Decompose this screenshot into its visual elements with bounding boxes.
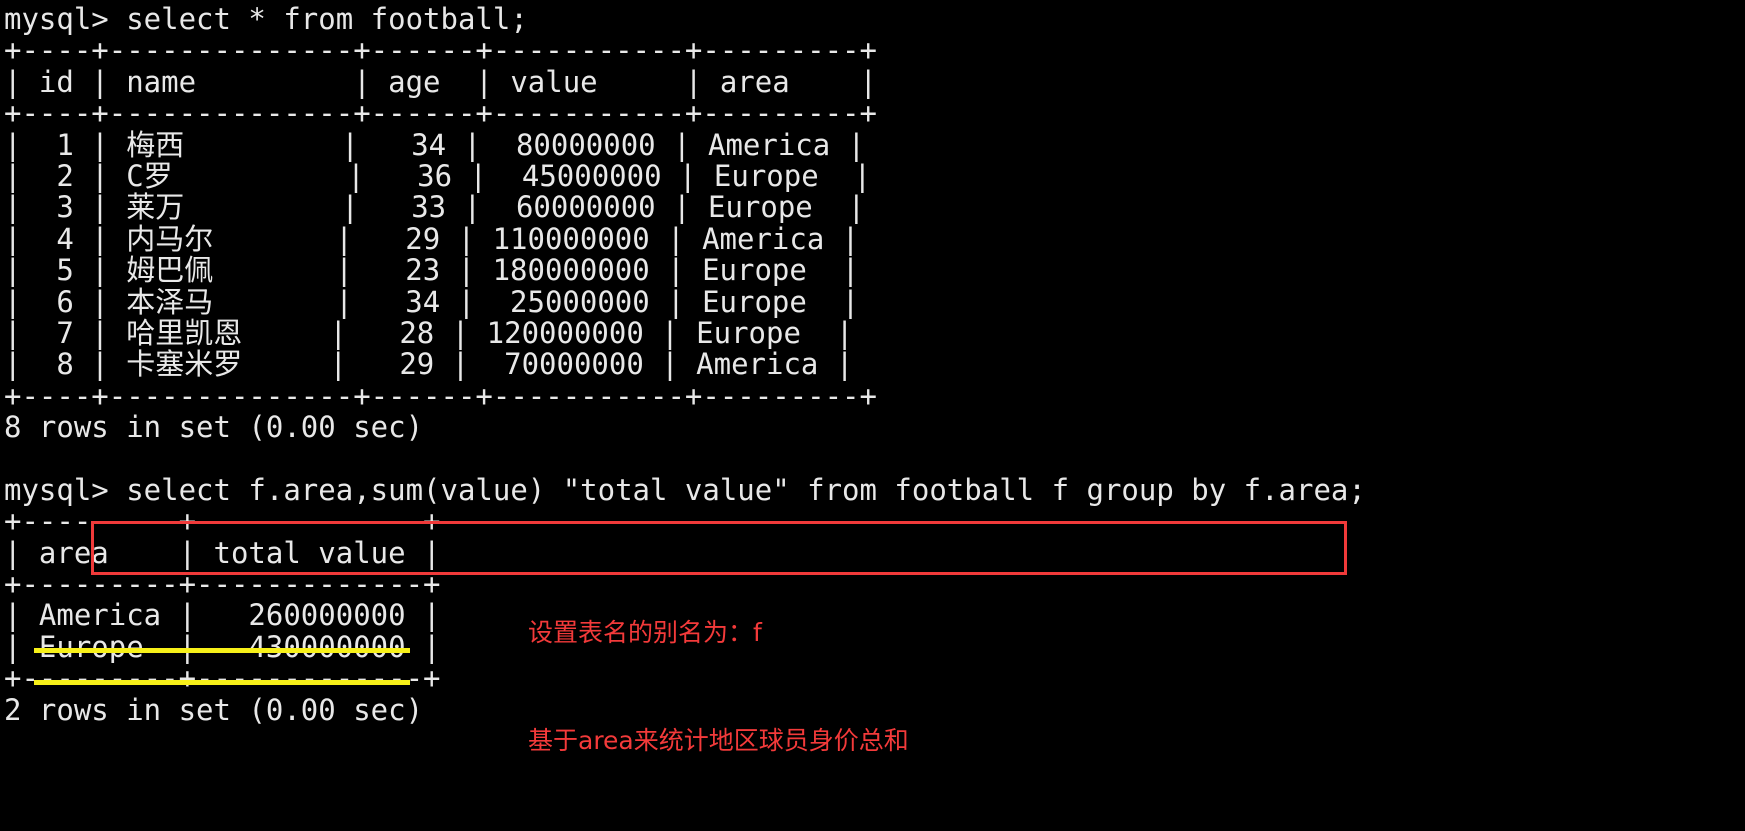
table1-border-bottom: +----+--------------+------+-----------+…	[4, 378, 877, 413]
table-row: | 4 | 内马尔 | 29 | 110000000 | America |	[4, 221, 860, 256]
table-row: | 1 | 梅西 | 34 | 80000000 | America |	[4, 127, 866, 162]
terminal-window[interactable]: mysql> select * from football; +----+---…	[0, 0, 1745, 827]
table1-status-line: 8 rows in set (0.00 sec)	[4, 410, 424, 445]
table2-border-top: +---------+-------------+	[4, 504, 441, 539]
table-row: | 2 | C罗 | 36 | 45000000 | Europe |	[4, 158, 872, 193]
annotation-alias-note: 设置表名的别名为：f	[528, 618, 762, 647]
table-row: | 5 | 姆巴佩 | 23 | 180000000 | Europe |	[4, 253, 860, 288]
table-row: | 7 | 哈里凯恩 | 28 | 120000000 | Europe |	[4, 315, 854, 350]
table1-border-top: +----+--------------+------+-----------+…	[4, 33, 877, 68]
table-row: | 6 | 本泽马 | 34 | 25000000 | Europe |	[4, 284, 860, 319]
command-line-select-all: mysql> select * from football;	[4, 2, 528, 36]
table-row: | 3 | 莱万 | 33 | 60000000 | Europe |	[4, 190, 866, 225]
table-row: | 8 | 卡塞米罗 | 29 | 70000000 | America |	[4, 347, 854, 382]
command-line-group-by: mysql> select f.area,sum(value) "total v…	[4, 472, 1366, 507]
annotation-notes: 设置表名的别名为：f 基于area来统计地区球员身价总和	[528, 543, 909, 831]
table1-header-row: | id | name | age | value | area |	[4, 64, 877, 99]
annotation-groupby-note: 基于area来统计地区球员身价总和	[528, 726, 909, 755]
table1-border-mid: +----+--------------+------+-----------+…	[4, 96, 877, 131]
